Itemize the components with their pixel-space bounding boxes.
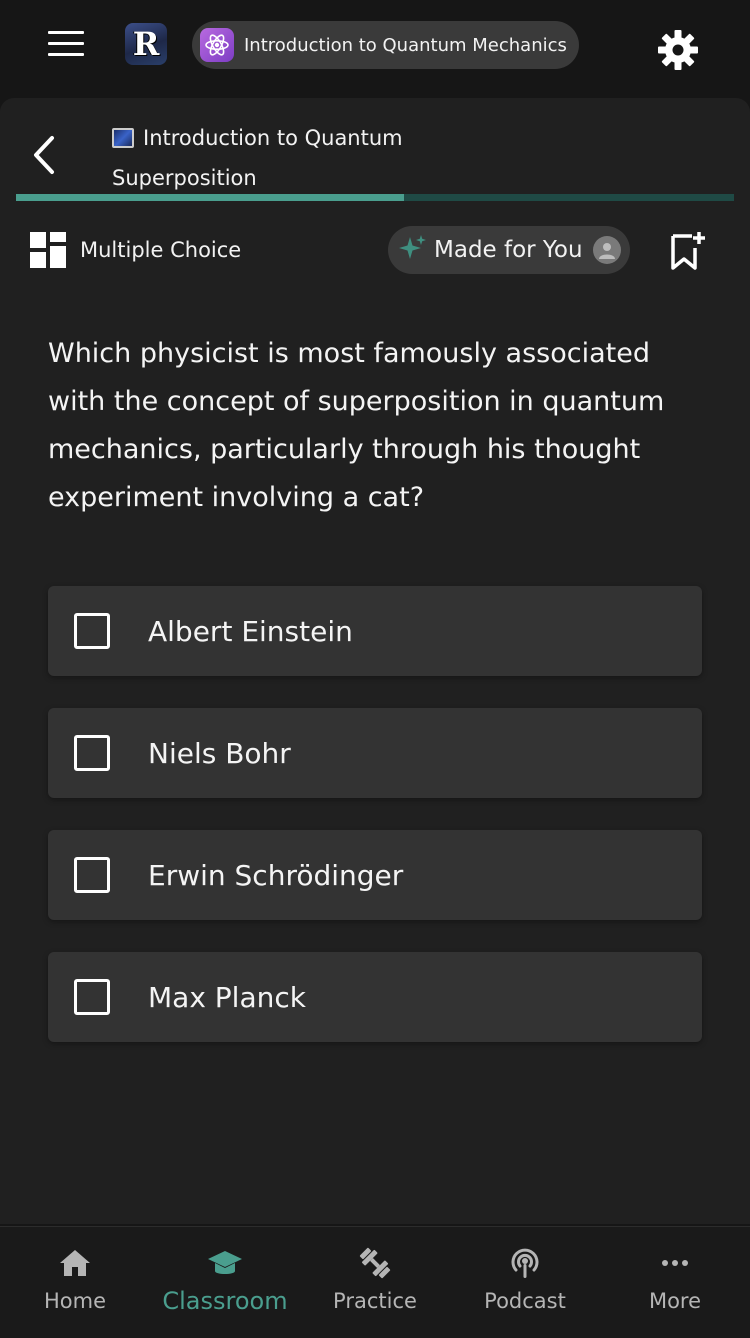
checkbox[interactable]	[74, 613, 110, 649]
bottom-navigation: Home Classroom Practice Podcast More	[0, 1226, 750, 1338]
podcast-icon	[507, 1245, 543, 1281]
made-for-you-label: Made for You	[434, 237, 583, 263]
checkbox[interactable]	[74, 857, 110, 893]
answer-option-albert-einstein[interactable]: Albert Einstein	[48, 586, 702, 676]
top-bar: R Introduction to Quantum Mechanics	[0, 0, 750, 96]
lesson-thumbnail-icon	[112, 128, 134, 148]
answer-option-erwin-schrodinger[interactable]: Erwin Schrödinger	[48, 830, 702, 920]
bookmark-add-icon[interactable]	[668, 230, 708, 272]
course-chip-label: Introduction to Quantum Mechanics	[244, 34, 567, 56]
lesson-title-line1: Introduction to Quantum	[143, 126, 403, 150]
lesson-title: Introduction to Quantum Superposition	[112, 118, 532, 198]
nav-item-home[interactable]: Home	[0, 1227, 150, 1338]
answer-option-niels-bohr[interactable]: Niels Bohr	[48, 708, 702, 798]
checkbox[interactable]	[74, 735, 110, 771]
atom-icon	[200, 28, 234, 62]
question-type: Multiple Choice	[30, 232, 241, 268]
course-selector-chip[interactable]: Introduction to Quantum Mechanics	[192, 21, 579, 69]
lesson-progress-fill	[16, 194, 404, 201]
nav-item-podcast[interactable]: Podcast	[450, 1227, 600, 1338]
hamburger-menu-icon[interactable]	[44, 28, 88, 60]
answer-options: Albert Einstein Niels Bohr Erwin Schrödi…	[48, 586, 702, 1074]
nav-item-more[interactable]: More	[600, 1227, 750, 1338]
user-avatar-icon	[592, 236, 621, 264]
grid-layout-icon	[30, 232, 66, 268]
home-icon	[57, 1245, 93, 1281]
chevron-left-icon[interactable]	[26, 132, 66, 178]
made-for-you-chip[interactable]: Made for You	[388, 226, 630, 274]
graduation-cap-icon	[207, 1245, 243, 1281]
lesson-progress-bar	[16, 194, 734, 201]
app-logo-letter: R	[132, 25, 160, 63]
app-logo[interactable]: R	[125, 23, 167, 65]
nav-label-home: Home	[43, 1289, 106, 1313]
answer-option-label: Max Planck	[148, 980, 306, 1014]
gear-icon[interactable]	[656, 28, 700, 72]
question-text: Which physicist is most famously associa…	[48, 338, 665, 513]
lesson-card: Introduction to Quantum Superposition Mu…	[0, 98, 750, 1224]
lesson-title-line2: Superposition	[112, 166, 257, 190]
nav-label-podcast: Podcast	[484, 1289, 566, 1313]
answer-option-label: Niels Bohr	[148, 736, 291, 770]
nav-label-more: More	[648, 1289, 702, 1313]
answer-option-max-planck[interactable]: Max Planck	[48, 952, 702, 1042]
nav-item-practice[interactable]: Practice	[300, 1227, 450, 1338]
nav-label-practice: Practice	[333, 1289, 417, 1313]
app-root: R Introduction to Quantum Mechanics Intr…	[0, 0, 750, 1338]
answer-option-label: Erwin Schrödinger	[148, 858, 404, 892]
sparkle-icon	[398, 233, 428, 267]
nav-item-classroom[interactable]: Classroom	[150, 1227, 300, 1338]
question-type-label: Multiple Choice	[80, 238, 242, 262]
more-dots-icon	[657, 1245, 693, 1281]
nav-label-classroom: Classroom	[162, 1287, 288, 1315]
answer-option-label: Albert Einstein	[148, 614, 353, 648]
checkbox[interactable]	[74, 979, 110, 1015]
dumbbell-icon	[357, 1245, 393, 1281]
